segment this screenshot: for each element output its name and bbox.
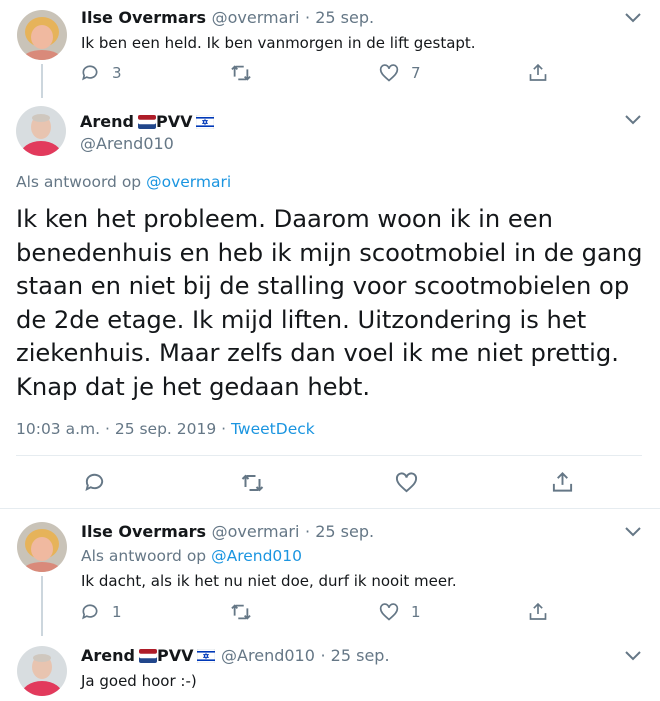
timestamp-text[interactable]: 10:03 a.m. · 25 sep. 2019 · bbox=[16, 420, 226, 438]
israel-flag-icon bbox=[197, 649, 216, 663]
like-button[interactable] bbox=[395, 471, 418, 494]
tweet-date[interactable]: · 25 sep. bbox=[305, 522, 374, 541]
heart-icon bbox=[395, 472, 418, 493]
tweet-text: Ik ben een held. Ik ben vanmorgen in de … bbox=[81, 34, 476, 52]
chevron-down-icon[interactable] bbox=[624, 650, 642, 662]
author-handle[interactable]: @overmari bbox=[212, 522, 300, 541]
share-icon bbox=[552, 472, 573, 492]
source-link[interactable]: TweetDeck bbox=[231, 420, 315, 438]
author-name[interactable]: Arend PVV bbox=[80, 112, 215, 131]
reply-context: Als antwoord op @overmari bbox=[16, 173, 231, 191]
reply-button[interactable]: 3 bbox=[80, 63, 122, 83]
avatar-arend[interactable] bbox=[16, 106, 66, 156]
name-suffix: PVV bbox=[155, 112, 193, 131]
reply-icon bbox=[85, 473, 104, 491]
retweet-icon bbox=[231, 604, 251, 620]
divider bbox=[16, 455, 642, 456]
share-button[interactable] bbox=[551, 470, 574, 494]
thread-line bbox=[41, 576, 43, 636]
thread-line bbox=[41, 64, 43, 98]
heart-icon bbox=[379, 64, 399, 82]
reply-to-link[interactable]: @Arend010 bbox=[211, 547, 302, 565]
retweet-button[interactable] bbox=[240, 472, 265, 494]
author-name[interactable]: Arend PVV @Arend010 · 25 sep. bbox=[81, 646, 390, 665]
avatar-arend[interactable] bbox=[17, 646, 67, 696]
reply-icon bbox=[82, 604, 98, 620]
tweet-text: Ik dacht, als ik het nu niet doe, durf i… bbox=[81, 572, 457, 590]
heart-icon bbox=[379, 603, 399, 621]
divider bbox=[0, 508, 660, 509]
reply-button[interactable]: 1 bbox=[80, 602, 122, 622]
reply-prefix: Als antwoord op bbox=[16, 173, 142, 191]
share-button[interactable] bbox=[528, 601, 548, 622]
like-count: 1 bbox=[411, 603, 421, 621]
author-name[interactable]: Ilse Overmars @overmari · 25 sep. bbox=[81, 522, 374, 541]
display-name[interactable]: Arend bbox=[80, 112, 134, 131]
tweet-text: Ja goed hoor :-) bbox=[81, 672, 197, 690]
reply-count: 3 bbox=[112, 64, 122, 82]
tweet-date[interactable]: · 25 sep. bbox=[305, 8, 374, 27]
display-name[interactable]: Arend bbox=[81, 646, 135, 665]
retweet-button[interactable] bbox=[230, 63, 252, 83]
netherlands-flag-icon bbox=[137, 115, 156, 129]
author-name[interactable]: Ilse Overmars @overmari · 25 sep. bbox=[81, 8, 374, 27]
reply-icon bbox=[82, 65, 98, 81]
author-handle[interactable]: @Arend010 bbox=[80, 134, 174, 153]
share-icon bbox=[529, 602, 547, 620]
tweet-timestamp: 10:03 a.m. · 25 sep. 2019 · TweetDeck bbox=[16, 420, 315, 438]
retweet-button[interactable] bbox=[230, 602, 252, 622]
display-name[interactable]: Ilse Overmars bbox=[81, 522, 206, 541]
reply-button[interactable] bbox=[83, 471, 106, 494]
display-name[interactable]: Ilse Overmars bbox=[81, 8, 206, 27]
netherlands-flag-icon bbox=[138, 649, 157, 663]
like-button[interactable]: 7 bbox=[379, 63, 421, 83]
tweet-text: Ik ken het probleem. Daarom woon ik in e… bbox=[16, 205, 643, 401]
reply-to-link[interactable]: @overmari bbox=[146, 173, 231, 191]
chevron-down-icon[interactable] bbox=[624, 526, 642, 538]
tweet-date[interactable]: · 25 sep. bbox=[320, 646, 389, 665]
like-button[interactable]: 1 bbox=[379, 602, 421, 622]
avatar-ilse[interactable] bbox=[17, 522, 67, 572]
retweet-icon bbox=[231, 65, 251, 81]
chevron-down-icon[interactable] bbox=[624, 114, 642, 126]
share-button[interactable] bbox=[528, 62, 548, 83]
like-count: 7 bbox=[411, 64, 421, 82]
israel-flag-icon bbox=[196, 115, 215, 129]
reply-prefix: Als antwoord op bbox=[81, 547, 207, 565]
retweet-icon bbox=[241, 474, 264, 492]
reply-context: Als antwoord op @Arend010 bbox=[81, 547, 302, 565]
chevron-down-icon[interactable] bbox=[624, 12, 642, 24]
author-handle[interactable]: @overmari bbox=[212, 8, 300, 27]
reply-count: 1 bbox=[112, 603, 122, 621]
share-icon bbox=[529, 63, 547, 81]
name-suffix: PVV bbox=[156, 646, 194, 665]
author-handle[interactable]: @Arend010 bbox=[221, 646, 315, 665]
avatar-ilse[interactable] bbox=[17, 10, 67, 60]
